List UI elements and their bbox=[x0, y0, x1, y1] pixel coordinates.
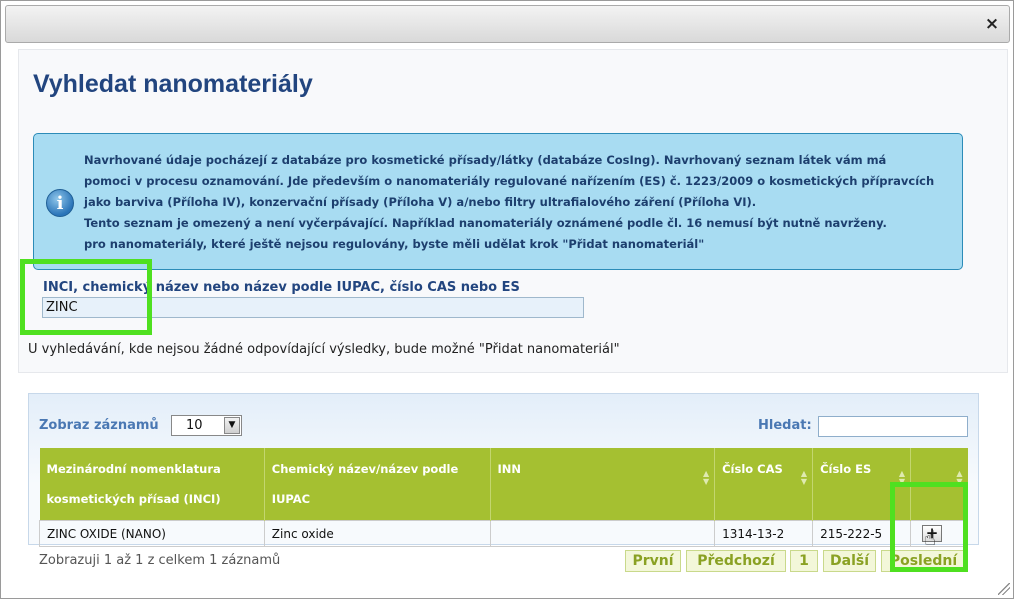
column-header-inn[interactable]: INN ▲ ▼ bbox=[489, 448, 715, 521]
dropdown-arrow-icon[interactable]: ▼ bbox=[224, 417, 240, 434]
sort-icon: ▲ ▼ bbox=[702, 469, 710, 486]
resize-handle[interactable] bbox=[998, 583, 1010, 595]
dialog-titlebar[interactable]: × bbox=[5, 5, 1010, 43]
pager-previous-button[interactable]: Předchozí bbox=[686, 550, 786, 572]
column-header-label: Číslo ES bbox=[820, 462, 872, 476]
highlight-add-button bbox=[890, 482, 968, 572]
column-header-label: Číslo CAS bbox=[722, 462, 783, 476]
info-box: i Navrhované údaje pocházejí z databáze … bbox=[33, 133, 963, 270]
page-length-label: Zobraz záznamů bbox=[39, 418, 159, 433]
highlight-search-field bbox=[20, 259, 152, 335]
column-header-cas[interactable]: Číslo CAS ▲ ▼ bbox=[714, 448, 813, 521]
cell-cas: 1314-13-2 bbox=[714, 520, 814, 547]
info-line: pro nanomateriály, které ještě nejsou re… bbox=[84, 237, 705, 251]
filter-label: Hledat: bbox=[758, 418, 812, 433]
page-length-select[interactable]: 10 ▼ bbox=[171, 415, 242, 436]
column-header-label: Mezinárodní nomenklatura kosmetických př… bbox=[46, 462, 221, 506]
info-line: pomoci v procesu oznamování. Jde předevš… bbox=[84, 174, 935, 188]
column-header-label: Chemický název/název podle IUPAC bbox=[271, 462, 459, 506]
table-row: ZINC OXIDE (NANO) Zinc oxide 1314-13-2 2… bbox=[39, 520, 968, 547]
page-title: Vyhledat nanomateriály bbox=[33, 70, 313, 98]
table-info: Zobrazuji 1 až 1 z celkem 1 záznamů bbox=[39, 553, 281, 568]
pager-next-button[interactable]: Další bbox=[823, 550, 876, 572]
page-length-value: 10 bbox=[186, 418, 203, 433]
column-header-inci[interactable]: Mezinárodní nomenklatura kosmetických př… bbox=[39, 448, 265, 521]
column-header-chem[interactable]: Chemický název/název podle IUPAC bbox=[263, 448, 491, 521]
info-text: Navrhované údaje pocházejí z databáze pr… bbox=[84, 150, 959, 255]
cell-chem: Zinc oxide bbox=[263, 520, 491, 547]
column-header-label: INN bbox=[497, 462, 522, 476]
info-line: jako barviva (Příloha IV), konzervační p… bbox=[84, 195, 757, 209]
no-results-hint: U vyhledávání, kde nejsou žádné odpovída… bbox=[28, 342, 620, 357]
cell-inci: ZINC OXIDE (NANO) bbox=[39, 520, 265, 547]
close-icon[interactable]: × bbox=[983, 15, 1001, 33]
pager-page-button[interactable]: 1 bbox=[790, 550, 818, 572]
cell-inn bbox=[489, 520, 716, 547]
info-icon: i bbox=[46, 189, 74, 217]
info-line: Navrhované údaje pocházejí z databáze pr… bbox=[84, 153, 887, 167]
sort-icon: ▲ ▼ bbox=[800, 469, 808, 486]
filter-input[interactable] bbox=[818, 416, 968, 437]
pager-first-button[interactable]: První bbox=[625, 550, 681, 572]
results-table: Mezinárodní nomenklatura kosmetických př… bbox=[39, 448, 968, 547]
info-line: Tento seznam je omezený a není vyčerpáva… bbox=[84, 216, 887, 230]
